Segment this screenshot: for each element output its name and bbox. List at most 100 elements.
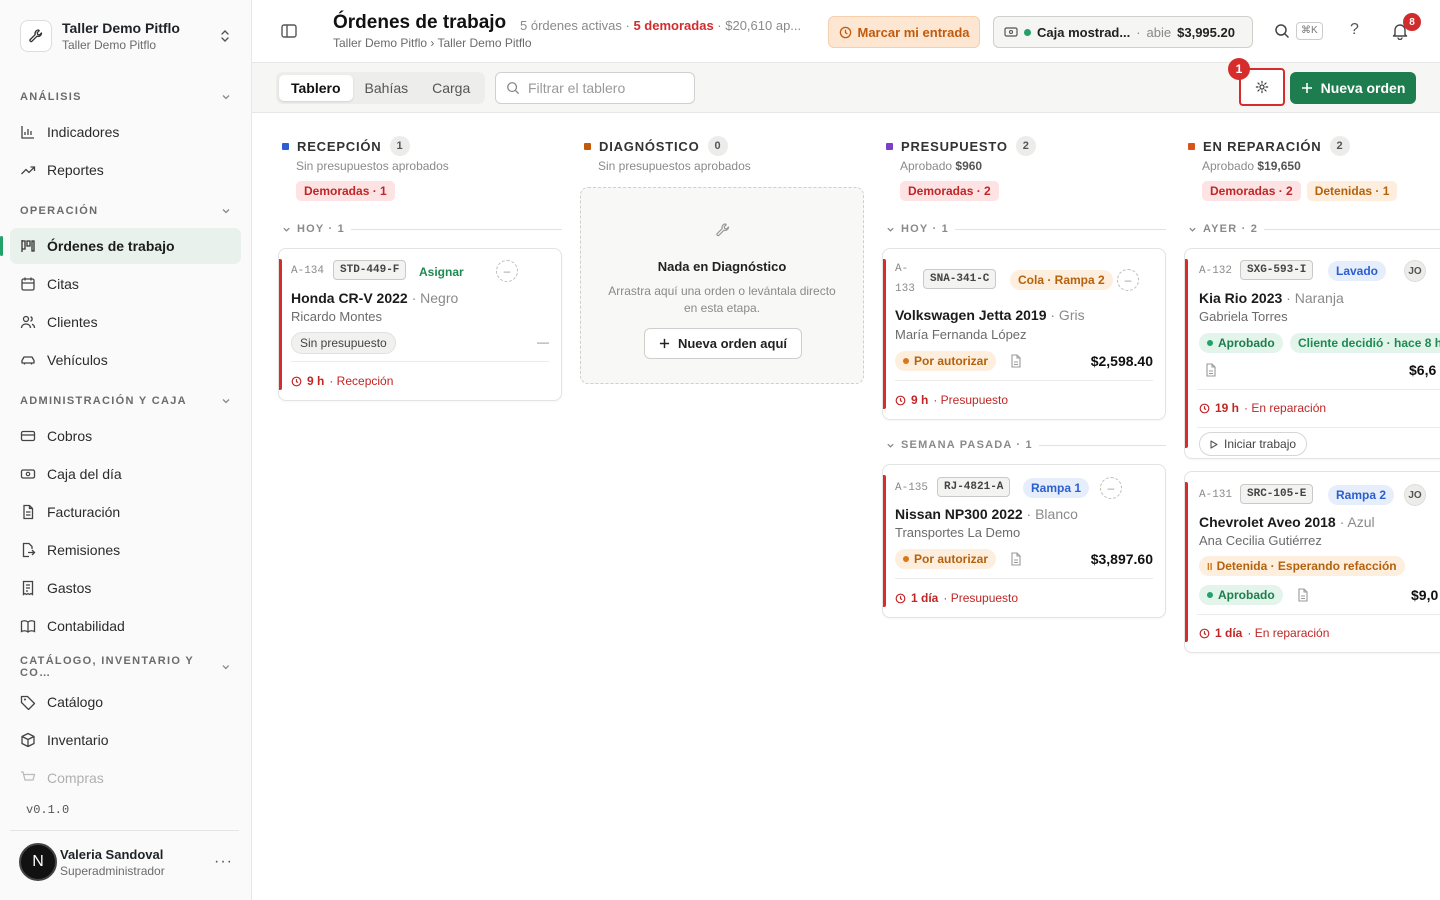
- sidebar: Taller Demo Pitflo Taller Demo Pitflo AN…: [0, 0, 252, 900]
- column-recepcion: RECEPCIÓN 1 Sin presupuestos aprobados D…: [278, 113, 564, 900]
- sidebar-item-inventario[interactable]: Inventario: [10, 722, 241, 758]
- tab-tablero[interactable]: Tablero: [279, 75, 353, 101]
- group-header[interactable]: HOY · 1: [282, 222, 562, 236]
- sidebar-item-facturacion[interactable]: Facturación: [10, 494, 241, 530]
- group-header[interactable]: HOY · 1: [886, 222, 1166, 236]
- filter-input[interactable]: [528, 80, 678, 96]
- assign-link[interactable]: Asignar: [419, 265, 464, 279]
- order-card[interactable]: A-132 SXG-593-I Lavado JO Kia Rio 2023 ·…: [1184, 248, 1440, 459]
- sidebar-item-remisiones[interactable]: Remisiones: [10, 532, 241, 568]
- sidebar-item-compras[interactable]: Compras: [10, 760, 241, 796]
- stage-label: · En reparación: [1244, 401, 1327, 415]
- held-label: Detenida · Esperando refacción: [1216, 559, 1397, 573]
- cash-register-button[interactable]: Caja mostrad... · abie $3,995.20: [993, 16, 1253, 48]
- order-card[interactable]: A- 133 SNA-341-C Cola · Rampa 2 – Volksw…: [882, 248, 1166, 420]
- workspace-switcher[interactable]: Taller Demo Pitflo Taller Demo Pitflo: [10, 10, 241, 62]
- assignee-placeholder[interactable]: –: [1100, 477, 1122, 499]
- late-pill[interactable]: Demoradas · 2: [900, 181, 999, 201]
- order-card[interactable]: A-135 RJ-4821-A Rampa 1 – Nissan NP300 2…: [882, 464, 1166, 618]
- mechanic-initials[interactable]: JO: [1404, 484, 1426, 506]
- user-name: Valeria Sandoval: [60, 846, 164, 862]
- help-button[interactable]: ?: [1350, 21, 1359, 39]
- sidebar-item-label: Indicadores: [47, 124, 120, 140]
- sidebar-item-gastos[interactable]: Gastos: [10, 570, 241, 606]
- sidebar-item-clientes[interactable]: Clientes: [10, 304, 241, 340]
- workspace-subtitle: Taller Demo Pitflo: [62, 38, 157, 52]
- group-header[interactable]: AYER · 2: [1188, 222, 1440, 236]
- sidebar-item-label: Remisiones: [47, 542, 121, 558]
- chevron-down-icon: [222, 665, 230, 670]
- card-divider: [1197, 427, 1440, 428]
- tab-carga[interactable]: Carga: [420, 75, 482, 101]
- sidebar-item-vehiculos[interactable]: Vehículos: [10, 342, 241, 378]
- sidebar-item-catalogo[interactable]: Catálogo: [10, 684, 241, 720]
- sidebar-item-contabilidad[interactable]: Contabilidad: [10, 608, 241, 644]
- empty-column-dropzone[interactable]: Nada en Diagnóstico Arrastra aquí una or…: [580, 187, 864, 384]
- new-order-here-button[interactable]: Nueva orden aquí: [644, 328, 802, 359]
- section-catalogo[interactable]: CATÁLOGO, INVENTARIO Y CO…: [10, 650, 241, 684]
- sidebar-item-caja[interactable]: Caja del día: [10, 456, 241, 492]
- chevron-down-icon: [222, 95, 230, 100]
- late-pill[interactable]: Demoradas · 2: [1202, 181, 1301, 201]
- book-icon: [20, 620, 36, 633]
- sidebar-toggle-icon[interactable]: [280, 22, 298, 40]
- vehicle-model: Chevrolet Aveo 2018: [1199, 514, 1336, 530]
- start-work-button[interactable]: Iniciar trabajo: [1199, 432, 1308, 456]
- assignee-placeholder[interactable]: –: [1117, 269, 1139, 291]
- vehicle-color: · Gris: [1050, 307, 1085, 323]
- trend-icon: [21, 166, 36, 175]
- new-order-button[interactable]: Nueva orden: [1290, 72, 1416, 104]
- play-icon: [1210, 439, 1218, 449]
- section-analisis[interactable]: ANÁLISIS: [10, 80, 241, 114]
- column-color-marker: [886, 142, 893, 150]
- more-icon[interactable]: ···: [214, 853, 241, 871]
- late-pill[interactable]: Demoradas · 1: [296, 181, 395, 201]
- sidebar-item-ordenes[interactable]: Órdenes de trabajo: [0, 228, 241, 264]
- group-header[interactable]: SEMANA PASADA · 1: [886, 438, 1166, 452]
- sidebar-item-cobros[interactable]: Cobros: [10, 418, 241, 454]
- time-in-stage: 9 h · Presupuesto: [895, 393, 1008, 407]
- order-id-line1: A-: [895, 263, 909, 275]
- group-label: HOY · 1: [297, 223, 345, 235]
- time-value: 1 día: [1215, 626, 1243, 640]
- section-label: ADMINISTRACIÓN Y CAJA: [20, 395, 187, 407]
- sidebar-item-citas[interactable]: Citas: [10, 266, 241, 302]
- vehicle-model: Volkswagen Jetta 2019: [895, 307, 1047, 323]
- cash-icon: [1004, 27, 1018, 37]
- group-divider: [1264, 228, 1440, 230]
- search-icon: [507, 82, 520, 95]
- clock-in-button[interactable]: Marcar mi entrada: [828, 16, 980, 48]
- order-card[interactable]: A-131 SRC-105-E Rampa 2 JO Chevrolet Ave…: [1184, 471, 1440, 653]
- bay-tag: Lavado: [1328, 261, 1387, 281]
- order-card[interactable]: A-134 STD-449-F Asignar – Honda CR-V 202…: [278, 248, 562, 401]
- sidebar-item-reportes[interactable]: Reportes: [10, 152, 241, 188]
- search-icon[interactable]: [1274, 23, 1290, 39]
- new-order-here-label: Nueva orden aquí: [677, 336, 788, 351]
- wrench-icon: [716, 223, 730, 237]
- held-status: II Detenida · Esperando refacción: [1199, 556, 1405, 576]
- avatar: N: [19, 843, 57, 881]
- time-in-stage: 1 día · Presupuesto: [895, 591, 1018, 605]
- user-menu[interactable]: N Valeria Sandoval Superadministrador ··…: [19, 842, 241, 882]
- vehicle-model: Nissan NP300 2022: [895, 506, 1023, 522]
- tab-bahias[interactable]: Bahías: [353, 75, 421, 101]
- plus-icon: [1301, 83, 1312, 93]
- card-divider: [291, 361, 549, 362]
- assignee-placeholder[interactable]: –: [496, 260, 518, 282]
- column-header: RECEPCIÓN 1: [282, 136, 410, 156]
- document-icon: [1206, 363, 1216, 377]
- sidebar-item-indicadores[interactable]: Indicadores: [10, 114, 241, 150]
- file-export-icon: [22, 542, 36, 558]
- section-operacion[interactable]: OPERACIÓN: [10, 194, 241, 228]
- column-header: PRESUPUESTO 2: [886, 136, 1036, 156]
- mechanic-initials[interactable]: JO: [1404, 260, 1426, 282]
- held-pill[interactable]: Detenidas · 1: [1306, 181, 1398, 201]
- chevron-updown-icon: [219, 29, 231, 43]
- section-administracion[interactable]: ADMINISTRACIÓN Y CAJA: [10, 384, 241, 418]
- search-shortcut: ⌘K: [1296, 22, 1323, 40]
- approved-value: $19,650: [1257, 159, 1301, 173]
- time-in-stage: 19 h · En reparación: [1199, 401, 1326, 415]
- vehicle-name: Chevrolet Aveo 2018 · Azul: [1199, 514, 1375, 530]
- kanban-board: RECEPCIÓN 1 Sin presupuestos aprobados D…: [252, 113, 1440, 900]
- column-subtitle: Aprobado $19,650: [1202, 159, 1301, 173]
